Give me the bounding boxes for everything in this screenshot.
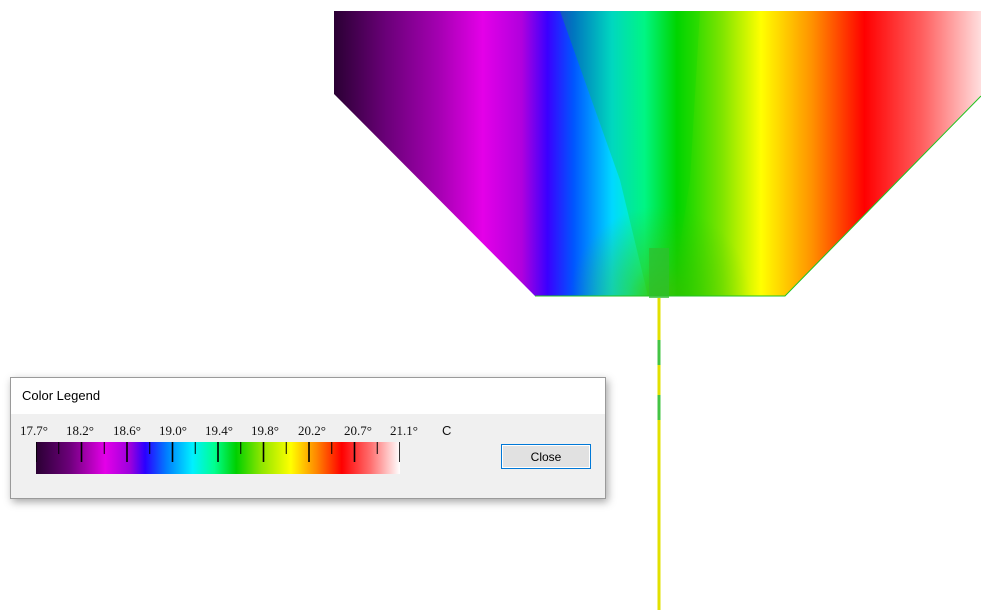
- tick-labels: 17.7° 18.2° 18.6° 19.0° 19.4° 19.8° 20.2…: [11, 423, 605, 439]
- tick-label: 20.7°: [344, 423, 372, 438]
- tick-label: 19.8°: [251, 423, 279, 438]
- tick-label: 20.2°: [298, 423, 326, 438]
- tick-label: 17.7°: [20, 423, 48, 438]
- legend-color-bar: [36, 442, 400, 474]
- dialog-title: Color Legend: [11, 378, 605, 414]
- tick-label: 18.6°: [113, 423, 141, 438]
- tick-label: 19.0°: [159, 423, 187, 438]
- heat-source-block: [649, 248, 669, 298]
- unit-label: C: [442, 423, 452, 438]
- tick-label: 21.1°: [390, 423, 418, 438]
- tick-label: 18.2°: [66, 423, 94, 438]
- close-button[interactable]: Close: [501, 444, 591, 469]
- color-legend-dialog: Color Legend 17.7° 18.2° 18.6° 19.0° 19.…: [10, 377, 606, 499]
- thermal-map-canvas: [334, 11, 981, 610]
- tick-label: 19.4°: [205, 423, 233, 438]
- dialog-body: 17.7° 18.2° 18.6° 19.0° 19.4° 19.8° 20.2…: [11, 414, 605, 498]
